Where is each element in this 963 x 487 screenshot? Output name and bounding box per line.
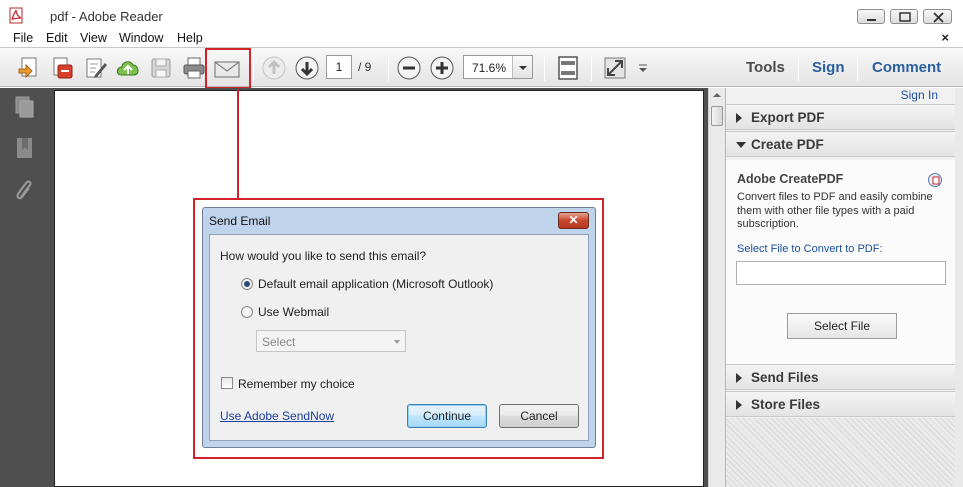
store-files-label: Store Files [751,397,821,412]
prev-page-icon[interactable] [261,55,287,81]
send-files-header[interactable]: Send Files [726,364,956,390]
bookmarks-icon[interactable] [14,136,36,160]
tools-pane-button[interactable]: Tools [746,59,785,76]
menu-help[interactable]: Help [177,31,203,45]
maximize-button[interactable] [890,9,918,24]
menu-view[interactable]: View [80,31,107,45]
remember-choice-checkbox[interactable] [221,377,233,389]
toolbar-separator [591,55,592,81]
default-email-radio[interactable] [241,278,253,290]
toolbar-separator [388,55,389,81]
collapse-icon [736,142,746,148]
send-email-dialog: Send Email ✕ How would you like to send … [202,207,596,448]
toolbar-separator [253,55,254,81]
email-button-highlight [205,48,251,89]
page-total: / 9 [358,60,372,74]
sign-in-link[interactable]: Sign In [901,88,938,102]
createpdf-description: Convert files to PDF and easily combine … [737,191,933,230]
pane-scrollbar[interactable] [955,88,963,487]
webmail-select: Select [256,330,406,352]
chevron-down-icon [394,340,400,344]
dialog-close-button[interactable]: ✕ [558,212,589,229]
chevron-down-icon[interactable] [512,56,532,78]
zoom-in-icon[interactable] [429,55,455,81]
toolbar: 1 / 9 71.6% Tools Sign Comment [0,47,963,87]
zoom-out-icon[interactable] [396,55,422,81]
pane-empty-area [726,418,956,487]
continue-button[interactable]: Continue [407,404,487,428]
select-file-button[interactable]: Select File [787,313,897,339]
pdf-app-icon [9,7,23,24]
toolbar-separator [544,55,545,81]
page-number-input[interactable]: 1 [326,55,352,79]
expand-icon [736,400,742,410]
title-bar: pdf - Adobe Reader [0,0,963,30]
create-pdf-panel: Adobe CreatePDF Convert files to PDF and… [726,160,956,364]
close-document-button[interactable]: × [941,30,949,45]
dialog-body: How would you like to send this email? D… [209,234,589,441]
upload-icon[interactable] [115,55,141,81]
dialog-question: How would you like to send this email? [220,249,427,263]
next-page-icon[interactable] [294,55,320,81]
edit-icon[interactable] [83,55,109,81]
adobe-sendnow-link[interactable]: Use Adobe SendNow [220,409,334,423]
pages-icon[interactable] [14,95,36,119]
default-email-label[interactable]: Default email application (Microsoft Out… [258,277,493,291]
zoom-value: 71.6% [472,61,507,75]
menu-edit[interactable]: Edit [46,31,68,45]
sign-pane-button[interactable]: Sign [812,59,845,76]
fit-page-icon[interactable] [555,55,581,81]
webmail-label[interactable]: Use Webmail [258,305,329,319]
vertical-scrollbar[interactable] [708,88,725,487]
print-icon[interactable] [181,55,207,81]
left-navigation-pane [0,88,48,487]
scroll-thumb[interactable] [711,106,723,126]
createpdf-info-icon[interactable] [927,172,943,188]
more-icon[interactable] [635,55,651,81]
create-pdf-label: Create PDF [751,137,824,152]
toolbar-separator [798,55,799,81]
zoom-select[interactable]: 71.6% [463,55,533,79]
menu-window[interactable]: Window [119,31,163,45]
scroll-up-icon[interactable] [709,88,725,102]
attachments-icon[interactable] [14,178,36,202]
createpdf-title: Adobe CreatePDF [737,172,844,186]
comment-pane-button[interactable]: Comment [872,59,941,76]
webmail-select-value: Select [262,335,296,349]
create-pdf-header[interactable]: Create PDF [726,131,956,157]
file-to-convert-field[interactable] [736,261,946,285]
close-icon: ✕ [568,213,579,227]
create-icon[interactable] [49,55,75,81]
select-file-label: Select File to Convert to PDF: [737,243,883,255]
remember-choice-label[interactable]: Remember my choice [238,377,355,391]
menu-bar: File Edit View Window Help × [0,29,963,47]
export-pdf-header[interactable]: Export PDF [726,104,956,130]
close-window-button[interactable] [923,9,952,24]
tools-pane: Sign In Export PDF Create PDF Adobe Crea… [725,88,963,487]
save-icon[interactable] [148,55,174,81]
send-files-label: Send Files [751,370,819,385]
annotation-connector [237,89,239,199]
dialog-title: Send Email [209,214,271,228]
expand-icon [736,373,742,383]
menu-file[interactable]: File [13,31,33,45]
expand-icon [736,113,742,123]
webmail-radio[interactable] [241,306,253,318]
export-pdf-label: Export PDF [751,110,825,125]
store-files-header[interactable]: Store Files [726,391,956,417]
minimize-button[interactable] [857,9,885,24]
window-title: pdf - Adobe Reader [50,9,163,24]
fullscreen-icon[interactable] [602,55,628,81]
open-icon[interactable] [16,55,42,81]
cancel-button[interactable]: Cancel [499,404,579,428]
toolbar-separator [857,55,858,81]
